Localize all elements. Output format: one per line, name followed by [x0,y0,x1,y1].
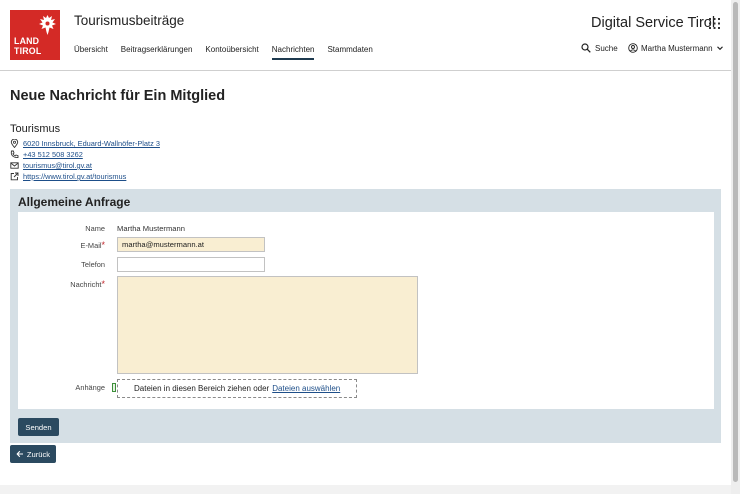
header: LAND TIROL Tourismusbeiträge Digital Ser… [0,0,731,71]
required-marker: * [101,240,105,250]
message-label: Nachricht* [25,279,105,289]
contact-phone: +43 512 508 3262 [10,150,83,159]
organization-name: Tourismus [10,123,61,135]
message-form-panel: Allgemeine Anfrage Name Martha Musterman… [10,189,721,443]
email-label-text: E-Mail [80,241,102,250]
land-tirol-logo[interactable]: LAND TIROL [10,10,60,60]
horizontal-scrollbar[interactable] [0,485,731,494]
user-name: Martha Mustermann [641,43,713,53]
phone-link[interactable]: +43 512 508 3262 [23,150,83,159]
scrollbar-thumb[interactable] [733,2,738,482]
attachments-label: Anhänge [75,383,105,392]
tirol-eagle-icon [39,15,56,35]
file-dropzone[interactable]: Dateien in diesen Bereich ziehen oder Da… [117,379,357,398]
external-link-icon [10,172,19,181]
message-textarea[interactable] [117,276,418,374]
email-input[interactable] [117,237,265,252]
form-body: Name Martha Mustermann E-Mail* Telefon N… [18,212,714,409]
search-button[interactable]: Suche [581,43,618,53]
apps-grid-icon[interactable] [709,18,720,29]
contact-website: https://www.tirol.gv.at/tourismus [10,172,126,181]
email-link[interactable]: tourismus@tirol.gv.at [23,161,92,170]
nav-item-stammdaten[interactable]: Stammdaten [327,44,372,60]
attachment-status-icon [112,383,116,392]
email-label: E-Mail* [25,240,105,250]
form-section-title: Allgemeine Anfrage [18,195,131,209]
chevron-down-icon [716,46,723,51]
message-label-text: Nachricht [70,280,102,289]
mail-icon [10,162,19,169]
user-icon [628,43,638,53]
back-label: Zurück [26,449,51,459]
nav-item-uebersicht[interactable]: Übersicht [74,44,108,60]
location-pin-icon [10,139,19,148]
logo-text: LAND TIROL [14,36,42,56]
brand-title: Digital Service Tirol [591,15,716,31]
address-link[interactable]: 6020 Innsbruck, Eduard-Wallnöfer-Platz 3 [23,139,160,148]
name-label: Name [85,224,105,233]
website-link[interactable]: https://www.tirol.gv.at/tourismus [23,172,126,181]
nav-item-nachrichten[interactable]: Nachrichten [271,44,315,60]
phone-icon [10,150,19,159]
nav-item-kontouebersicht[interactable]: Kontoübersicht [205,44,258,60]
send-button[interactable]: Senden [18,418,59,436]
phone-label: Telefon [81,260,105,269]
phone-input[interactable] [117,257,265,272]
main-nav: Übersicht Beitragserklärungen Kontoübers… [74,44,386,60]
arrow-left-icon [16,450,23,458]
page-title: Neue Nachricht für Ein Mitglied [10,88,226,104]
app-title: Tourismusbeiträge [74,13,185,28]
contact-email: tourismus@tirol.gv.at [10,161,92,170]
contact-address: 6020 Innsbruck, Eduard-Wallnöfer-Platz 3 [10,139,160,148]
search-icon [581,43,591,53]
logo-line-tirol: TIROL [14,45,42,56]
dropzone-text: Dateien in diesen Bereich ziehen oder [134,384,270,393]
user-menu[interactable]: Martha Mustermann [628,43,724,53]
required-marker: * [101,279,105,289]
name-value: Martha Mustermann [117,224,185,233]
nav-item-beitragserklaerungen[interactable]: Beitragserklärungen [121,44,193,60]
select-files-link[interactable]: Dateien auswählen [272,384,340,393]
vertical-scrollbar[interactable] [731,0,740,494]
search-label: Suche [595,43,618,53]
back-button[interactable]: Zurück [10,445,56,463]
